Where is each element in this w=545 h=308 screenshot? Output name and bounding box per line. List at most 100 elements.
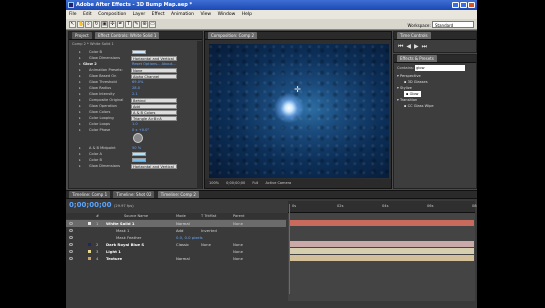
layer-parent[interactable]: None bbox=[233, 248, 243, 255]
color-swatch[interactable] bbox=[132, 50, 146, 54]
menu-view[interactable]: View bbox=[200, 12, 211, 17]
current-time-indicator[interactable] bbox=[289, 204, 290, 294]
pan-behind-tool-icon[interactable]: ✣ bbox=[109, 21, 116, 28]
timeline-timecode[interactable]: 0;00;00;00 bbox=[69, 201, 112, 209]
contains-label: Contains: bbox=[397, 66, 414, 70]
layer-trkmat[interactable]: Inverted bbox=[201, 227, 217, 234]
zoom-tool-icon[interactable]: ⌕ bbox=[85, 21, 92, 28]
hand-tool-icon[interactable]: ✋ bbox=[77, 21, 84, 28]
tab-timeline-comp1[interactable]: Timeline: Comp 1 bbox=[69, 191, 111, 198]
maximize-button[interactable] bbox=[460, 2, 467, 8]
layer-mode[interactable]: 0.0, 0.0 pixels bbox=[176, 234, 203, 241]
workspace-selector[interactable]: Workspace: Standard bbox=[408, 21, 474, 29]
table-row[interactable]: 2 Dark Royal Blue S Classic None None bbox=[66, 241, 286, 248]
type-tool-icon[interactable]: T bbox=[125, 21, 132, 28]
table-row[interactable]: 4 Texture Normal None bbox=[66, 255, 286, 262]
property-label: Color Phase bbox=[89, 128, 111, 132]
layer-duration-bar[interactable] bbox=[290, 220, 474, 226]
ruler-tick-label: 06s bbox=[427, 204, 434, 208]
menu-file[interactable]: File bbox=[69, 12, 77, 17]
tab-composition[interactable]: Composition: Comp 2 bbox=[208, 32, 258, 39]
composition-viewer[interactable]: ✛ bbox=[209, 44, 389, 178]
pen-tool-icon[interactable]: ✒ bbox=[117, 21, 124, 28]
tab-time-controls[interactable]: Time Controls bbox=[397, 32, 431, 39]
layer-parent[interactable]: None bbox=[233, 241, 243, 248]
property-value[interactable]: 0 x +0.0° bbox=[132, 127, 149, 133]
visibility-eye-icon[interactable] bbox=[69, 222, 73, 225]
color-phase-dial[interactable] bbox=[133, 133, 143, 143]
time-graph[interactable]: 0s 02s 04s 06s 08s bbox=[288, 201, 477, 301]
layer-name[interactable]: Dark Royal Blue S bbox=[106, 241, 144, 248]
selection-tool-icon[interactable]: ↖ bbox=[69, 21, 76, 28]
menu-composition[interactable]: Composition bbox=[98, 12, 126, 17]
col-mode[interactable]: Mode bbox=[176, 213, 186, 219]
effect-controls-scrollbar[interactable] bbox=[197, 41, 202, 189]
playback-controls-icon[interactable]: ⏮◀▶⏭ bbox=[398, 43, 430, 51]
rotate-tool-icon[interactable]: ↻ bbox=[93, 21, 100, 28]
menu-effect[interactable]: Effect bbox=[152, 12, 165, 17]
visibility-eye-icon[interactable] bbox=[69, 257, 73, 260]
expand-triangle-icon[interactable]: ▸ bbox=[79, 127, 81, 133]
layer-parent[interactable]: None bbox=[233, 255, 243, 262]
menu-edit[interactable]: Edit bbox=[83, 12, 92, 17]
table-row[interactable]: Mask Feather 0.0, 0.0 pixels bbox=[66, 234, 286, 241]
menu-window[interactable]: Window bbox=[218, 12, 236, 17]
visibility-eye-icon[interactable] bbox=[69, 229, 73, 232]
color-swatch[interactable] bbox=[132, 158, 146, 162]
resolution-dropdown[interactable]: Full bbox=[252, 181, 258, 185]
tools-bar: ↖ ✋ ⌕ ↻ ▣ ✣ ✒ T ✎ ⊕ ▭ Workspace: Standar… bbox=[66, 19, 477, 30]
layer-name[interactable]: Mask 1 bbox=[116, 227, 129, 234]
visibility-eye-icon[interactable] bbox=[69, 243, 73, 246]
minimize-button[interactable] bbox=[452, 2, 459, 8]
property-dropdown[interactable]: Horizontal and Vertical bbox=[131, 164, 177, 169]
menu-layer[interactable]: Layer bbox=[133, 12, 146, 17]
table-row[interactable]: Mask 1 Add Inverted bbox=[66, 227, 286, 234]
expand-triangle-icon[interactable]: ▸ bbox=[79, 163, 81, 169]
tab-timeline-shot02[interactable]: Timeline: Shot 02 bbox=[113, 191, 155, 198]
search-input[interactable]: glow bbox=[415, 65, 466, 71]
workspace-dropdown[interactable]: Standard bbox=[432, 21, 474, 28]
tab-project[interactable]: Project bbox=[72, 32, 92, 39]
close-button[interactable] bbox=[468, 2, 475, 8]
color-swatch[interactable] bbox=[132, 152, 146, 156]
table-row[interactable]: 1 White Solid 1 Normal None bbox=[66, 220, 286, 227]
layer-trkmat[interactable]: None bbox=[201, 241, 211, 248]
zoom-level[interactable]: 100% bbox=[209, 181, 219, 185]
menu-bar: File Edit Composition Layer Effect Anima… bbox=[66, 10, 477, 19]
layer-mode[interactable]: Normal bbox=[176, 255, 190, 262]
effects-presets-panel: Effects & Presets Contains: glow ▾ Persp… bbox=[393, 54, 477, 189]
visibility-eye-icon[interactable] bbox=[69, 236, 73, 239]
tab-effects-presets[interactable]: Effects & Presets bbox=[397, 55, 437, 62]
menu-help[interactable]: Help bbox=[242, 12, 252, 17]
layer-mode[interactable]: Classic bbox=[176, 241, 189, 248]
layer-parent[interactable]: None bbox=[233, 220, 243, 227]
window-title: Adobe After Effects - 3D Bump Map.aep * bbox=[76, 2, 193, 8]
clone-tool-icon[interactable]: ⊕ bbox=[141, 21, 148, 28]
tab-effect-controls[interactable]: Effect Controls: White Solid 1 bbox=[94, 32, 160, 39]
layer-duration-bar[interactable] bbox=[290, 241, 474, 247]
effects-tree-item[interactable]: ▪ CC Glass Wipe bbox=[404, 103, 434, 109]
viewer-timecode[interactable]: 0;00;00;00 bbox=[226, 181, 245, 185]
layer-duration-bar[interactable] bbox=[290, 255, 474, 261]
layer-name[interactable]: Mask Feather bbox=[116, 234, 141, 241]
visibility-eye-icon[interactable] bbox=[69, 250, 73, 253]
table-row[interactable]: 3 Light 1 None bbox=[66, 248, 286, 255]
layer-name[interactable]: Texture bbox=[106, 255, 122, 262]
layer-mode[interactable]: Add bbox=[176, 227, 183, 234]
col-trkmat[interactable]: T TrkMat bbox=[201, 213, 216, 219]
light-position-crosshair-icon[interactable]: ✛ bbox=[293, 85, 302, 94]
layer-name[interactable]: White Solid 1 bbox=[106, 220, 135, 227]
layer-duration-bar[interactable] bbox=[290, 248, 474, 254]
camera-view-dropdown[interactable]: Active Camera bbox=[266, 181, 292, 185]
brush-tool-icon[interactable]: ✎ bbox=[133, 21, 140, 28]
menu-animation[interactable]: Animation bbox=[171, 12, 194, 17]
eraser-tool-icon[interactable]: ▭ bbox=[149, 21, 156, 28]
time-ruler[interactable]: 0s 02s 04s 06s 08s bbox=[288, 201, 477, 213]
layer-name[interactable]: Light 1 bbox=[106, 248, 121, 255]
camera-tool-icon[interactable]: ▣ bbox=[101, 21, 108, 28]
col-source-name[interactable]: Source Name bbox=[124, 213, 148, 219]
tab-timeline-comp2[interactable]: Timeline: Comp 2 bbox=[157, 191, 199, 198]
layer-mode[interactable]: Normal bbox=[176, 220, 190, 227]
col-parent[interactable]: Parent bbox=[233, 213, 245, 219]
timeline-tabs: Timeline: Comp 1 Timeline: Shot 02 Timel… bbox=[66, 191, 477, 199]
